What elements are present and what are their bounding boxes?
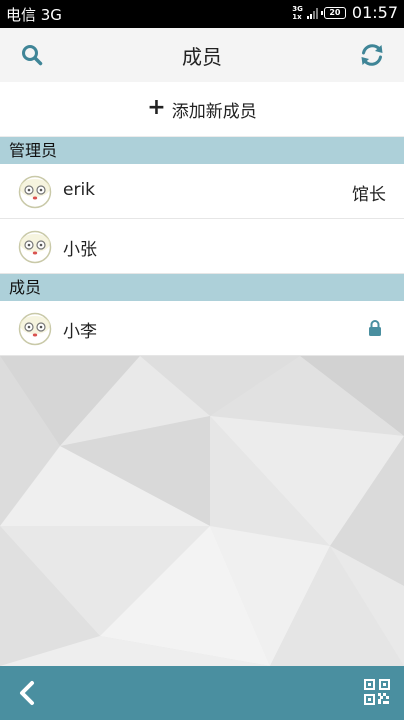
refresh-button[interactable] bbox=[357, 40, 387, 70]
chevron-left-icon bbox=[20, 681, 34, 705]
member-role: 馆长 bbox=[352, 185, 386, 205]
app-header: 成员 bbox=[0, 28, 404, 82]
avatar-icon bbox=[18, 230, 52, 264]
avatar-icon bbox=[18, 312, 52, 346]
member-row-xiaoli[interactable]: 小李 bbox=[0, 301, 404, 356]
network-type-bottom: 1x bbox=[292, 12, 302, 21]
page-title: 成员 bbox=[182, 45, 222, 69]
network-type: 3G 1x bbox=[292, 5, 303, 21]
avatar-icon bbox=[18, 175, 52, 209]
section-header-admins: 管理员 bbox=[0, 137, 404, 164]
background-pattern bbox=[0, 356, 404, 666]
plus-icon: + bbox=[147, 95, 166, 120]
status-indicators: 3G 1x 20 01:57 bbox=[292, 3, 398, 22]
refresh-icon bbox=[361, 44, 383, 66]
add-member-label: 添加新成员 bbox=[171, 101, 257, 122]
battery-icon: 20 bbox=[320, 6, 346, 19]
back-button[interactable] bbox=[14, 679, 42, 707]
lock-icon bbox=[369, 320, 381, 336]
clock: 01:57 bbox=[351, 3, 398, 22]
member-name: 小张 bbox=[63, 240, 97, 260]
network-type-top: 3G bbox=[292, 4, 303, 13]
carrier-label: 电信 3G bbox=[6, 6, 62, 24]
member-row-xiaozhang[interactable]: 小张 bbox=[0, 219, 404, 274]
member-name: erik bbox=[63, 180, 96, 200]
qr-code-icon bbox=[364, 679, 390, 705]
member-name: 小李 bbox=[63, 322, 97, 342]
section-header-members: 成员 bbox=[0, 274, 404, 301]
status-bar: 电信 3G 3G 1x 20 01:57 bbox=[0, 0, 404, 28]
signal-icon bbox=[306, 7, 318, 19]
battery-level: 20 bbox=[329, 8, 341, 17]
add-member-button[interactable]: + 添加新成员 bbox=[0, 82, 404, 136]
qr-code-button[interactable] bbox=[364, 679, 390, 705]
bottom-bar bbox=[0, 666, 404, 720]
member-row-erik[interactable]: erik 馆长 bbox=[0, 164, 404, 219]
